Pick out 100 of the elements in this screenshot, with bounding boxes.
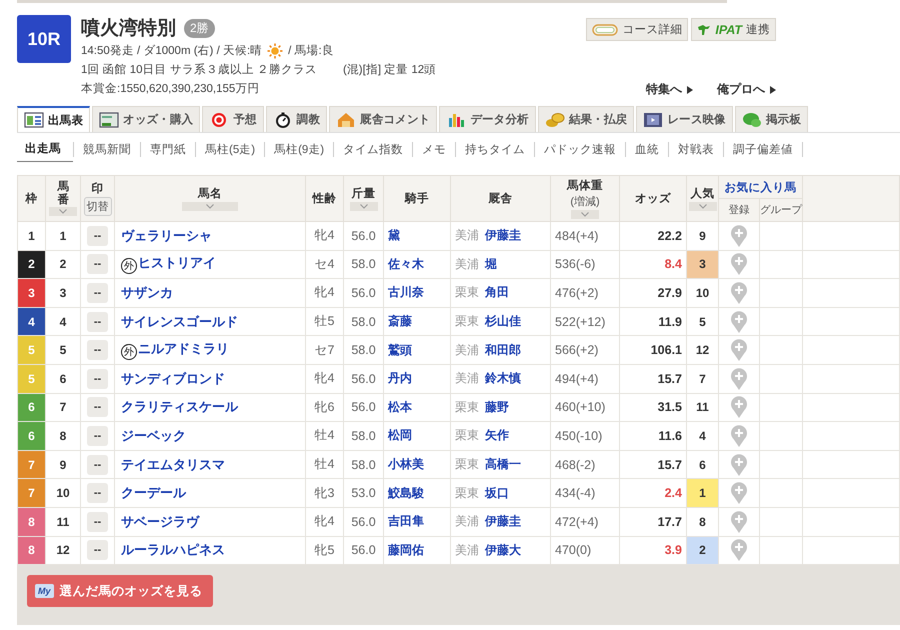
horse-number: 11 [56,514,70,529]
mark-button[interactable]: -- [87,282,108,303]
weight-carried: 53.0 [351,486,376,500]
trainer-link[interactable]: 堀 [485,256,497,271]
sort-button[interactable] [350,202,378,211]
add-favorite-icon[interactable] [730,366,748,391]
horse-name-link[interactable]: ジーベック [121,428,186,443]
trainer-link[interactable]: 伊藤大 [485,542,521,557]
horse-number: 12 [56,543,70,558]
column-header: 性齢 [312,193,336,205]
sort-button[interactable] [182,202,238,211]
trainer-link[interactable]: 藤野 [485,400,509,414]
course-button[interactable]: コース詳細 [586,18,688,41]
trainer-link[interactable]: 伊藤圭 [485,514,521,528]
column-header: 馬体重 [567,178,603,193]
nav-tab[interactable]: 結果・払戻 [538,106,634,132]
feature-link[interactable]: 俺プロへ [717,81,776,98]
odds-value: 22.2 [658,228,682,243]
mark-button[interactable]: -- [87,483,108,504]
mark-button[interactable]: -- [87,226,108,246]
mark-button[interactable]: -- [87,540,108,560]
trainer-link[interactable]: 伊藤圭 [485,228,521,242]
trainer-link[interactable]: 高橋一 [485,457,521,472]
nav-tab[interactable]: 出馬表 [17,106,90,132]
mark-button[interactable]: -- [87,368,108,389]
jockey-link[interactable]: 丹内 [388,371,412,386]
nav-tab[interactable]: データ分析 [439,106,536,132]
nav-tab[interactable]: 調教 [266,106,328,132]
mark-button[interactable]: -- [87,512,108,532]
nav-tab[interactable]: 厩舎コメント [329,106,438,132]
sub-tab[interactable]: タイム指数 [334,137,412,161]
add-favorite-icon[interactable] [730,424,748,448]
add-favorite-icon[interactable] [730,224,748,248]
mark-button[interactable]: -- [87,340,108,360]
add-favorite-icon[interactable] [730,338,748,362]
sub-tab[interactable]: 持ちタイム [456,137,534,161]
view-odds-button[interactable]: My 選んだ馬のオッズを見る [27,575,213,608]
sub-tab[interactable]: 対戦表 [669,137,724,161]
add-favorite-icon[interactable] [730,510,748,534]
body-weight: 470(0) [555,543,592,558]
odds-value: 11.6 [658,428,682,443]
trainer-link[interactable]: 坂口 [485,486,509,500]
add-favorite-icon[interactable] [730,310,748,334]
jockey-link[interactable]: 松岡 [388,428,412,442]
feature-link[interactable]: 特集へ [646,81,693,98]
sub-tab[interactable]: メモ [413,137,456,161]
mark-button[interactable]: -- [87,397,108,418]
sub-tab[interactable]: 専門紙 [141,137,195,161]
jockey-link[interactable]: 黛 [388,228,400,242]
mark-button[interactable]: -- [87,254,108,274]
add-favorite-icon[interactable] [730,481,748,506]
chat-icon [742,112,762,128]
sort-button[interactable] [571,210,599,219]
add-favorite-icon[interactable] [730,252,748,276]
add-favorite-icon[interactable] [730,280,748,305]
toggle-button[interactable]: 切替 [84,197,112,216]
popularity-rank: 9 [686,222,718,250]
add-favorite-icon[interactable] [730,395,748,420]
jockey-link[interactable]: 鷲頭 [388,342,412,357]
trainer-link[interactable]: 和田郎 [485,342,521,357]
race-schedule: 1回 函館 10日目 サラ系３歳以上 ２勝クラス [81,62,317,77]
nav-tab[interactable]: オッズ・購入 [92,106,200,132]
body-weight: 472(+4) [555,514,598,529]
jockey-link[interactable]: 松本 [388,400,412,414]
sub-tab[interactable]: 血統 [626,137,668,161]
horse-name-link[interactable]: ニルアドミラリ [138,341,229,356]
jockey-link[interactable]: 斎藤 [388,314,412,328]
sort-button[interactable] [49,207,77,216]
popularity-rank: 1 [686,478,718,508]
trainer-link[interactable]: 矢作 [485,428,509,442]
nav-tab[interactable]: 予想 [202,106,264,132]
trainer-link[interactable]: 鈴木慎 [485,371,521,386]
frame-number: 7 [18,478,46,508]
ipat-button[interactable]: IPAT 連携 [691,18,776,41]
sort-button[interactable] [688,202,716,211]
column-header: 人気 [690,186,714,201]
mark-button[interactable]: -- [87,312,108,332]
nav-tab[interactable]: レース映像 [636,106,733,132]
body-weight: 450(-10) [555,428,602,443]
sub-tab[interactable]: 馬柱(9走) [265,137,334,161]
body-weight: 484(+4) [555,228,598,243]
column-header: 枠 [26,193,38,205]
sub-tab[interactable]: 競馬新聞 [74,137,140,161]
add-favorite-icon[interactable] [730,452,748,477]
trainer-link[interactable]: 角田 [485,285,509,300]
frame-number: 7 [18,450,46,479]
horse-number: 6 [60,372,66,386]
nav-tab[interactable]: 掲示板 [734,106,808,132]
sub-tab[interactable]: 馬柱(5走) [196,137,264,161]
horse-name-link[interactable]: サザンカ [121,284,173,300]
sub-tab[interactable]: パドック速報 [535,137,626,161]
mark-button[interactable]: -- [87,454,108,475]
add-favorite-icon[interactable] [730,538,748,562]
trainer-link[interactable]: 杉山佳 [485,314,521,328]
frame-number: 6 [18,422,46,450]
sub-tab[interactable]: 調子偏差値 [724,137,802,161]
mark-button[interactable]: -- [87,426,108,446]
horse-name-link[interactable]: ヒストリアイ [138,255,216,270]
horse-name-link[interactable]: クーデール [121,485,186,500]
popularity-rank: 5 [686,307,718,336]
